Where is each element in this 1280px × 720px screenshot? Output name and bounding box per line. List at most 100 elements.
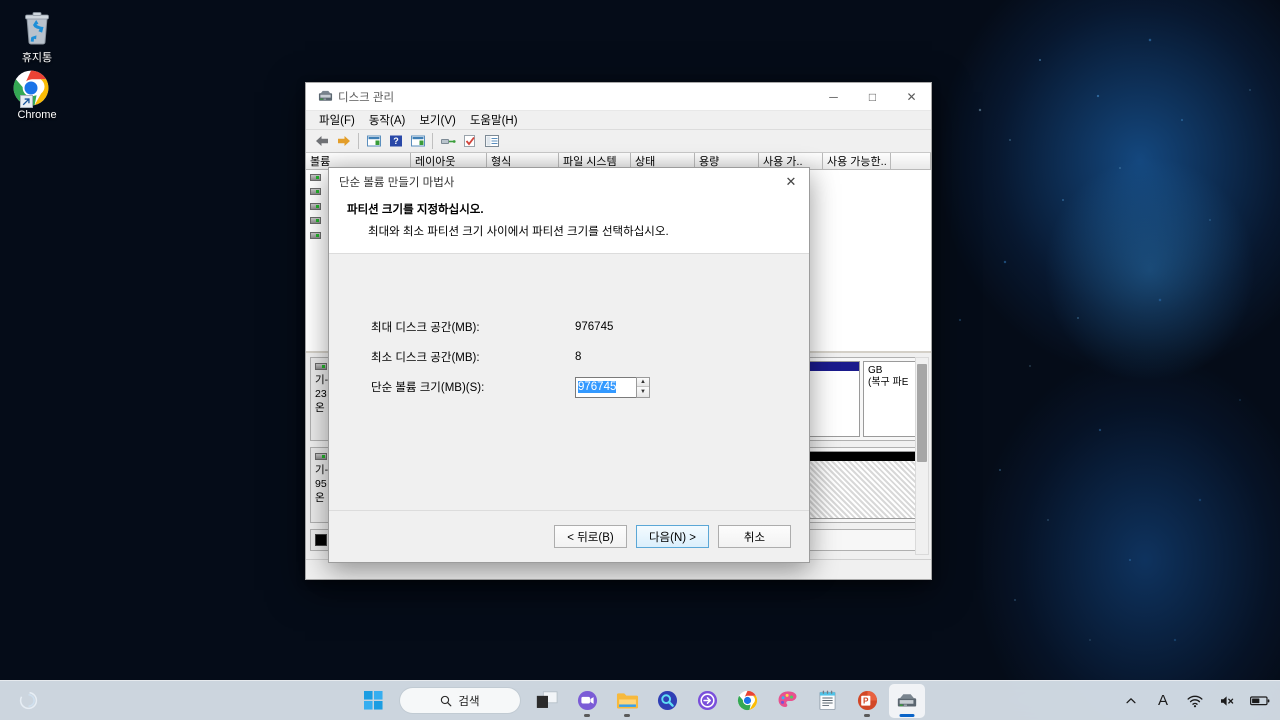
forward-icon[interactable] bbox=[333, 131, 354, 151]
disk-management-icon bbox=[896, 691, 918, 711]
file-explorer-button[interactable] bbox=[609, 684, 645, 718]
maximize-button[interactable]: □ bbox=[853, 83, 892, 111]
partition-label: (복구 파E bbox=[868, 377, 918, 389]
chat-button[interactable] bbox=[569, 684, 605, 718]
toolbar-separator bbox=[358, 133, 359, 149]
size-spinner[interactable]: ▲ ▼ bbox=[575, 377, 650, 398]
scrollbar-thumb[interactable] bbox=[917, 364, 927, 462]
desktop-icon-label: 휴지통 bbox=[0, 52, 74, 65]
disk-map-scrollbar[interactable] bbox=[915, 357, 929, 555]
powerpoint-button[interactable]: P bbox=[849, 684, 885, 718]
wizard-title: 단순 볼륨 만들기 마법사 bbox=[339, 174, 454, 190]
wizard-titlebar[interactable]: 단순 볼륨 만들기 마법사 ✕ bbox=[329, 168, 809, 195]
taskbar[interactable]: 검색 bbox=[0, 680, 1280, 720]
wizard-header: 파티션 크기를 지정하십시오. 최대와 최소 파티션 크기 사이에서 파티션 크… bbox=[329, 195, 809, 254]
paint-palette-icon bbox=[777, 690, 798, 711]
everything-search-button[interactable] bbox=[649, 684, 685, 718]
ime-indicator[interactable]: A bbox=[1152, 688, 1174, 714]
search-box[interactable]: 검색 bbox=[399, 687, 521, 714]
spinner-down-button[interactable]: ▼ bbox=[637, 387, 649, 397]
chrome-icon bbox=[737, 690, 758, 711]
desktop-icon-label: Chrome bbox=[0, 109, 74, 122]
disk-management-button[interactable] bbox=[889, 684, 925, 718]
volume-icon bbox=[310, 188, 321, 195]
connect-icon[interactable] bbox=[437, 131, 458, 151]
field-value: 976745 bbox=[575, 321, 613, 333]
rescan-icon[interactable] bbox=[459, 131, 480, 151]
wifi-icon[interactable] bbox=[1184, 688, 1206, 714]
new-simple-volume-wizard-dialog[interactable]: 단순 볼륨 만들기 마법사 ✕ 파티션 크기를 지정하십시오. 최대와 최소 파… bbox=[328, 167, 810, 563]
properties-icon[interactable] bbox=[481, 131, 502, 151]
volume-icon bbox=[310, 232, 321, 239]
field-min-disk-space: 최소 디스크 공간(MB): 8 bbox=[371, 342, 809, 372]
column-header-extra[interactable] bbox=[891, 153, 931, 170]
desktop-peek-icon[interactable] bbox=[14, 686, 42, 714]
toolbar[interactable]: ? bbox=[306, 130, 931, 153]
up-level-icon[interactable] bbox=[363, 131, 384, 151]
search-icon bbox=[440, 695, 452, 707]
chrome-button[interactable] bbox=[729, 684, 765, 718]
volume-icon bbox=[310, 203, 321, 210]
spinner-up-button[interactable]: ▲ bbox=[637, 378, 649, 388]
wizard-body[interactable]: 최대 디스크 공간(MB): 976745 최소 디스크 공간(MB): 8 단… bbox=[329, 254, 809, 510]
field-label: 단순 볼륨 크기(MB)(S): bbox=[371, 379, 575, 395]
wizard-heading: 파티션 크기를 지정하십시오. bbox=[347, 201, 809, 217]
wizard-close-button[interactable]: ✕ bbox=[773, 168, 809, 195]
menu-view[interactable]: 보기(V) bbox=[412, 111, 463, 129]
start-button[interactable] bbox=[355, 684, 391, 718]
help-icon[interactable]: ? bbox=[385, 131, 406, 151]
next-button[interactable]: 다음(N) > bbox=[636, 525, 709, 548]
partition-text: GB (복구 파E bbox=[864, 362, 922, 392]
paint-button[interactable] bbox=[769, 684, 805, 718]
system-tray[interactable]: A bbox=[1120, 688, 1272, 714]
volume-muted-icon[interactable] bbox=[1216, 688, 1238, 714]
menu-bar[interactable]: 파일(F) 동작(A) 보기(V) 도움말(H) bbox=[306, 111, 931, 130]
desktop-icon-recycle-bin[interactable]: 휴지통 bbox=[0, 6, 74, 65]
chrome-icon bbox=[0, 66, 74, 110]
column-header-free-percent[interactable]: 사용 가능한.. bbox=[823, 153, 891, 170]
desktop[interactable]: 휴지통 Chrome bbox=[0, 0, 1280, 720]
notepad-icon bbox=[818, 690, 837, 711]
back-button[interactable]: < 뒤로(B) bbox=[554, 525, 627, 548]
cd-rom-icon bbox=[315, 534, 327, 546]
field-simple-volume-size[interactable]: 단순 볼륨 크기(MB)(S): ▲ ▼ bbox=[371, 372, 809, 402]
show-hidden-icons-button[interactable] bbox=[1120, 688, 1142, 714]
spinner-buttons[interactable]: ▲ ▼ bbox=[636, 377, 650, 398]
close-button[interactable]: ✕ bbox=[892, 83, 931, 111]
folder-icon bbox=[616, 691, 639, 711]
sign-in-button[interactable] bbox=[689, 684, 725, 718]
menu-action[interactable]: 동작(A) bbox=[362, 111, 413, 129]
minimize-button[interactable]: ─ bbox=[814, 83, 853, 111]
menu-file[interactable]: 파일(F) bbox=[312, 111, 362, 129]
search-label: 검색 bbox=[458, 693, 479, 709]
window-titlebar[interactable]: 디스크 관리 ─ □ ✕ bbox=[306, 83, 931, 111]
toolbar-separator bbox=[432, 133, 433, 149]
arrow-circle-icon bbox=[697, 690, 718, 711]
chat-icon bbox=[577, 690, 598, 711]
partition-size: GB bbox=[868, 365, 918, 377]
field-value: 8 bbox=[575, 351, 581, 363]
partition-recovery[interactable]: GB (복구 파E bbox=[863, 361, 923, 437]
back-icon[interactable] bbox=[311, 131, 332, 151]
taskbar-center-group[interactable]: 검색 bbox=[355, 684, 925, 718]
field-label: 최대 디스크 공간(MB): bbox=[371, 319, 575, 335]
notepad-button[interactable] bbox=[809, 684, 845, 718]
disk-icon bbox=[315, 453, 327, 460]
wizard-subheading: 최대와 최소 파티션 크기 사이에서 파티션 크기를 선택하십시오. bbox=[347, 223, 809, 239]
window-title: 디스크 관리 bbox=[338, 89, 394, 105]
show-pane-icon[interactable] bbox=[407, 131, 428, 151]
magnifier-circle-icon bbox=[657, 690, 678, 711]
wizard-footer[interactable]: < 뒤로(B) 다음(N) > 취소 bbox=[329, 510, 809, 562]
battery-icon[interactable] bbox=[1248, 688, 1272, 714]
volume-icon bbox=[310, 217, 321, 224]
window-controls: ─ □ ✕ bbox=[814, 83, 931, 111]
simple-volume-size-input[interactable] bbox=[575, 377, 636, 398]
menu-help[interactable]: 도움말(H) bbox=[463, 111, 525, 129]
task-view-icon bbox=[536, 691, 558, 710]
powerpoint-icon: P bbox=[857, 690, 878, 711]
task-view-button[interactable] bbox=[529, 684, 565, 718]
volume-icon bbox=[310, 174, 321, 181]
cancel-button[interactable]: 취소 bbox=[718, 525, 791, 548]
svg-text:P: P bbox=[863, 696, 869, 705]
desktop-icon-chrome[interactable]: Chrome bbox=[0, 66, 74, 122]
